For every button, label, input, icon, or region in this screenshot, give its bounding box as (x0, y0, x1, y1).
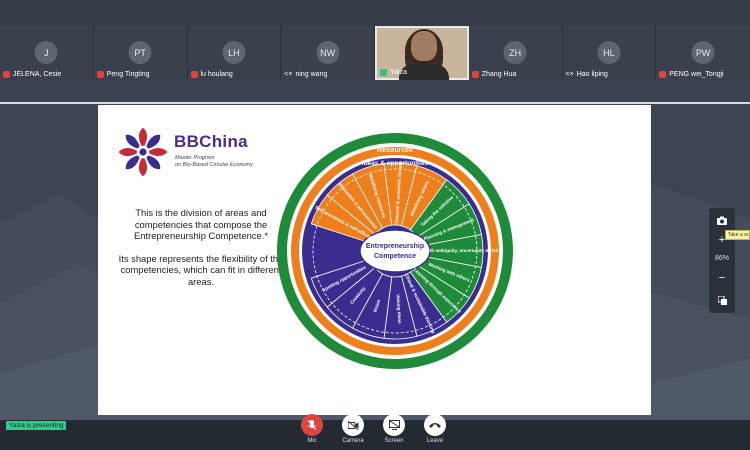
participant-name: <× ning wang (284, 71, 328, 78)
participant-tile[interactable]: PT Peng Tingting (93, 26, 188, 80)
avatar: ZH (503, 41, 527, 64)
avatar: LH (222, 41, 246, 64)
presentation-slide: BBChina Master Program on Bio-Based Circ… (98, 105, 651, 415)
participant-name: Zhang Hua (471, 71, 516, 78)
ring-label-resources: Resources (377, 147, 413, 154)
camera-button[interactable]: Camera (340, 414, 366, 444)
segment-label: Coping with ambiguity, uncertainty & ris… (408, 248, 499, 253)
camera-screenshot-icon[interactable] (714, 212, 730, 228)
leave-button[interactable]: Leave (422, 414, 448, 444)
camera-off-icon (342, 414, 364, 436)
screen-button[interactable]: Screen (381, 414, 407, 444)
zoom-out-icon[interactable]: − (714, 270, 730, 286)
participant-strip: J JELENA, Cesie PT Peng Tingting LH lu h… (0, 26, 750, 80)
mic-label: Mic (307, 438, 317, 444)
mic-off-icon (96, 71, 104, 78)
tooltip: Take a sc (725, 230, 750, 240)
participant-tile[interactable]: NW <× ning wang (281, 26, 375, 80)
participant-video-tile[interactable]: Yaiza (375, 26, 469, 80)
avatar: PW (691, 41, 715, 64)
participant-video-face (411, 31, 437, 61)
screen-label: Screen (384, 438, 404, 444)
bbchina-logo-icon (118, 127, 168, 177)
participant-name: <× Hao liping (565, 71, 608, 78)
leave-label: Leave (426, 438, 444, 444)
entrepreneurship-wheel: Entrepreneurship Competence Into action … (277, 126, 513, 369)
camera-off-icon: <× (565, 71, 574, 78)
avatar: NW (316, 41, 340, 64)
center-label-2: Competence (374, 253, 416, 260)
participant-name: PENG wei_Tongji (659, 71, 724, 78)
participant-tile[interactable]: HL <× Hao liping (562, 26, 657, 80)
avatar: HL (597, 41, 621, 64)
mic-off-icon (301, 414, 323, 436)
side-toolbar: + 86% − (709, 208, 735, 313)
copy-icon[interactable] (714, 292, 730, 308)
participant-tile[interactable]: PW PENG wei_Tongji (656, 26, 750, 80)
participant-tile[interactable]: ZH Zhang Hua (468, 26, 563, 80)
mic-off-icon (3, 71, 10, 78)
mic-off-icon (471, 71, 479, 78)
ring-label-into-action: Into action (377, 126, 412, 133)
brand-subtitle: Master Program on Bio-Based Circular Eco… (175, 155, 253, 168)
participant-name: lu houlang (190, 71, 233, 78)
window-top-bar (0, 0, 750, 26)
avatar: J (34, 41, 58, 64)
mic-on-icon (380, 69, 387, 76)
zoom-level: 86% (714, 255, 729, 262)
camera-label: Camera (342, 438, 364, 444)
participant-name: Peng Tingting (96, 71, 150, 78)
brand-name: BBChina (174, 132, 248, 151)
screen-share-icon (383, 414, 405, 436)
camera-off-icon: <× (284, 71, 293, 78)
mic-off-icon (659, 71, 667, 78)
participant-tile[interactable]: LH lu houlang (187, 26, 282, 80)
participant-name: Yaiza (380, 69, 407, 76)
slide-description: This is the division of areas and compet… (118, 207, 284, 287)
bottom-control-bar (0, 420, 750, 450)
avatar: PT (128, 41, 152, 64)
participant-tile[interactable]: J JELENA, Cesie (0, 26, 94, 80)
mic-button[interactable]: Mic (299, 414, 325, 444)
ring-label-ideas: Ideas & opportunities (362, 160, 429, 167)
mic-off-icon (190, 71, 198, 78)
participant-name: JELENA, Cesie (3, 71, 61, 78)
presenting-badge: Yaiza is presenting (6, 421, 67, 430)
phone-hangup-icon (424, 414, 446, 436)
